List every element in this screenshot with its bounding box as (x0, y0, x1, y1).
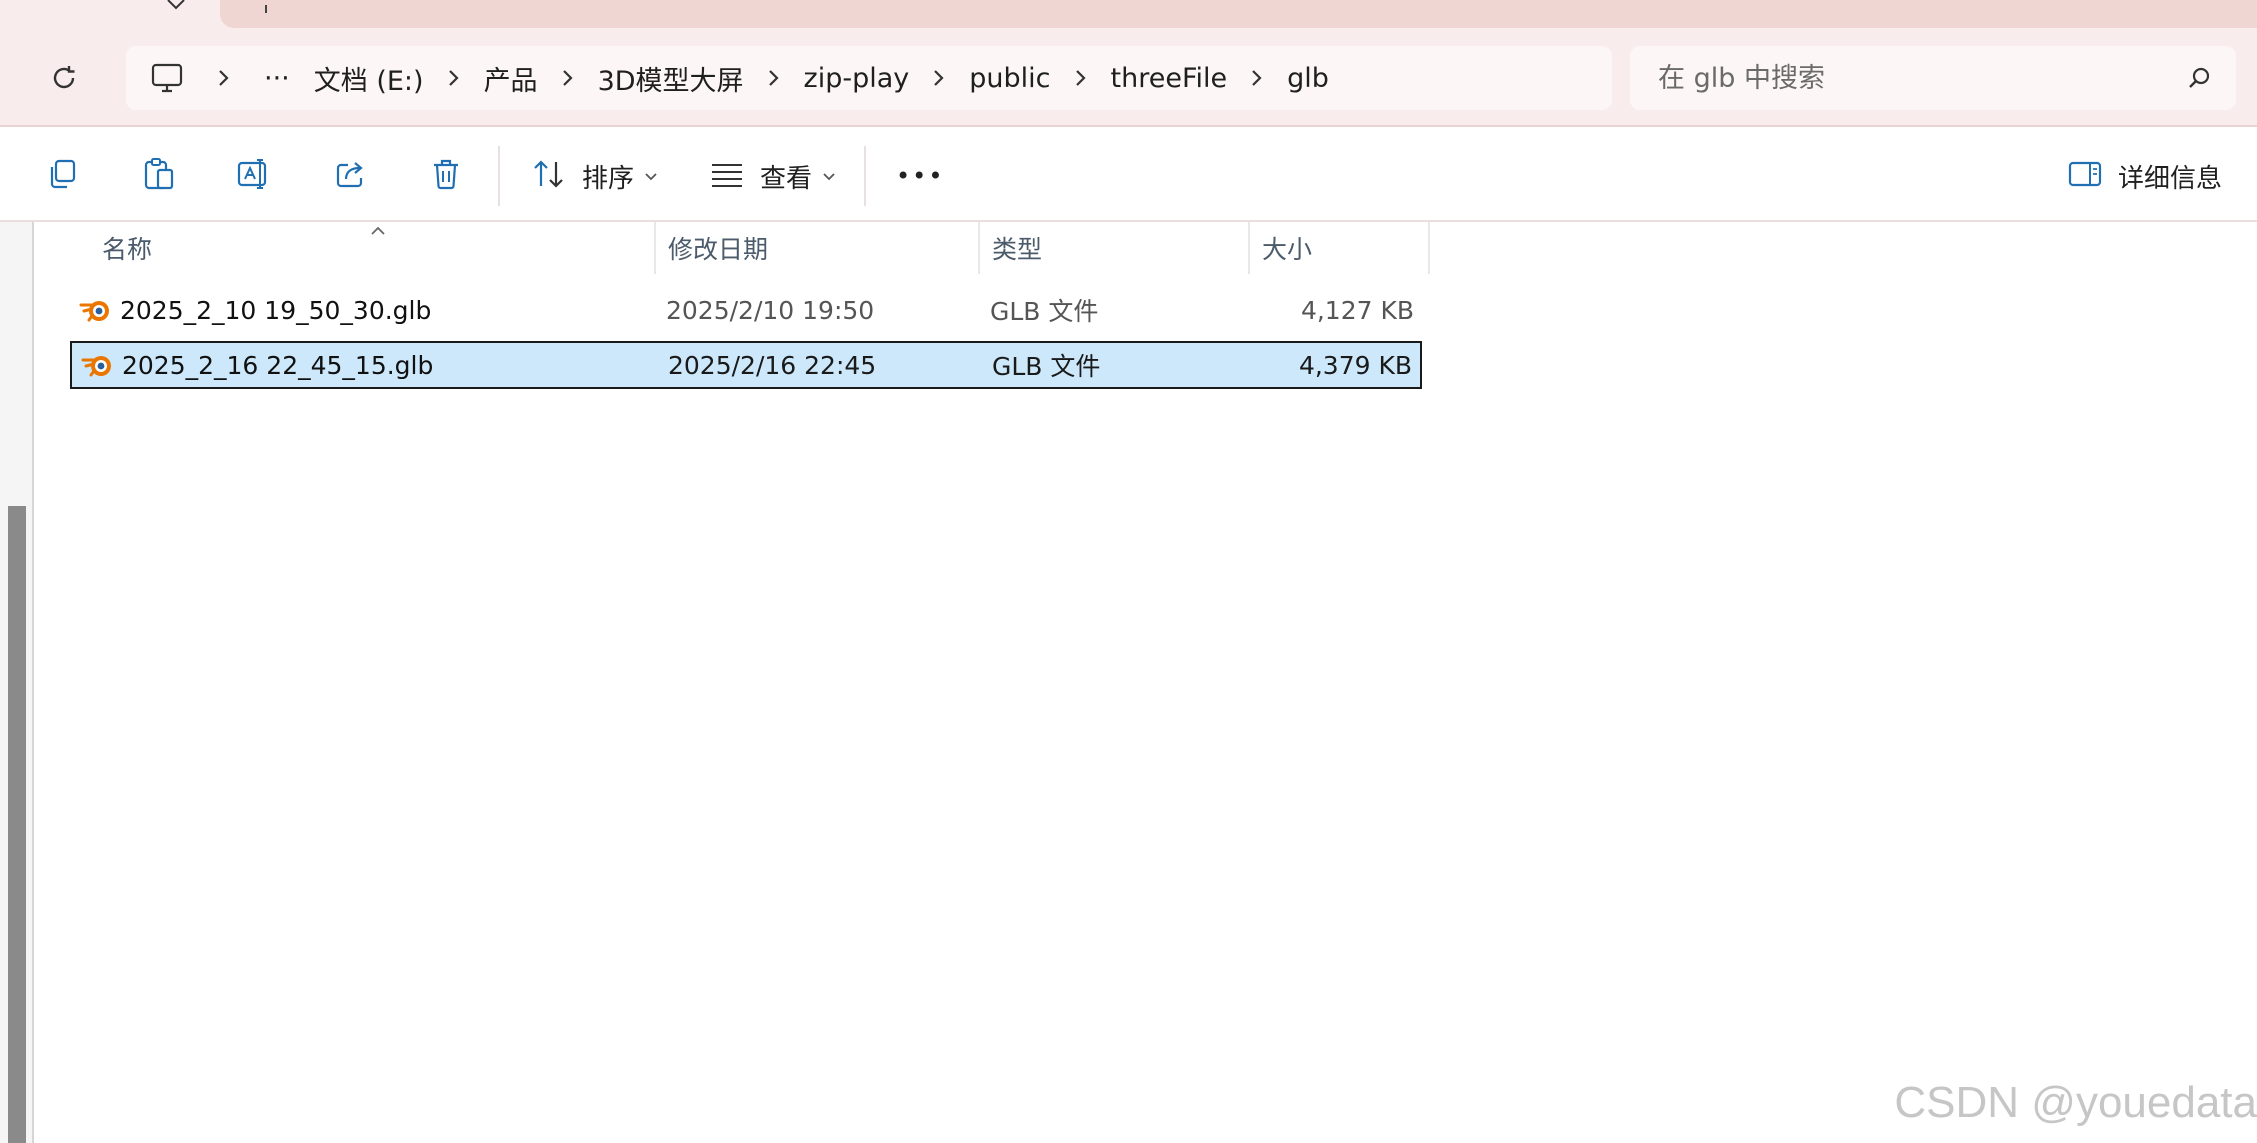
chevron-right-icon[interactable] (744, 68, 804, 88)
refresh-icon[interactable] (44, 58, 84, 98)
column-header-type[interactable]: 类型 (978, 222, 1248, 274)
search-box[interactable] (1630, 46, 2236, 110)
share-button[interactable] (334, 154, 368, 198)
breadcrumb-item-product[interactable]: 产品 (484, 46, 538, 110)
file-row-selected[interactable]: 2025_2_16 22_45_15.glb 2025/2/16 22:45 G… (70, 341, 1422, 389)
chevron-right-icon[interactable] (909, 68, 969, 88)
command-bar: 排序 查看 ••• 详细信息 (0, 128, 2257, 222)
address-bar[interactable]: ··· 文档 (E:) 产品 3D模型大屏 zip-play public th… (126, 46, 1612, 110)
breadcrumb-label: 3D模型大屏 (597, 65, 744, 97)
breadcrumb-label: 文档 (E:) (313, 65, 424, 97)
file-name-cell: 2025_2_10 19_50_30.glb (78, 286, 431, 334)
file-size: 4,127 KB (1300, 295, 1414, 325)
column-header-size[interactable]: 大小 (1248, 222, 1430, 274)
view-button[interactable]: 查看 (710, 154, 836, 198)
breadcrumb-item-drive[interactable]: 文档 (E:) (314, 46, 424, 110)
column-headers: 名称 修改日期 类型 大小 (70, 222, 1430, 274)
breadcrumb-label: threeFile (1110, 62, 1228, 94)
sort-icon (532, 158, 566, 194)
separator (864, 146, 866, 206)
paste-button[interactable] (142, 154, 176, 198)
navigation-scrollbar[interactable] (8, 506, 26, 1143)
chevron-right-icon[interactable] (424, 68, 484, 88)
blender-file-icon (78, 293, 112, 327)
file-type: GLB 文件 (990, 297, 1099, 326)
file-size: 4,379 KB (1298, 350, 1412, 380)
details-label: 详细信息 (2118, 163, 2223, 194)
chevron-right-icon[interactable] (184, 68, 264, 88)
breadcrumb-label: 产品 (483, 65, 538, 97)
tab-strip (220, 0, 2257, 28)
more-icon: ••• (896, 162, 945, 190)
chevron-right-icon[interactable] (538, 68, 598, 88)
breadcrumb-item-public[interactable]: public (969, 46, 1050, 110)
details-pane-icon (2068, 160, 2102, 192)
copy-button[interactable] (46, 154, 80, 198)
breadcrumb-label: public (969, 62, 1051, 94)
title-and-address-area: ··· 文档 (E:) 产品 3D模型大屏 zip-play public th… (0, 0, 2257, 127)
view-icon (710, 160, 744, 192)
breadcrumb-item-zip-play[interactable]: zip-play (804, 46, 910, 110)
breadcrumb-label: glb (1287, 62, 1329, 94)
details-pane-button[interactable]: 详细信息 (2068, 154, 2222, 198)
chevron-right-icon[interactable] (1051, 68, 1111, 88)
column-header-name[interactable]: 名称 (102, 222, 724, 274)
plus-icon[interactable] (256, 0, 276, 13)
chevron-right-icon[interactable] (1227, 68, 1287, 88)
breadcrumb-item-glb[interactable]: glb (1287, 46, 1329, 110)
breadcrumb-overflow[interactable]: ··· (264, 46, 290, 110)
file-name: 2025_2_10 19_50_30.glb (120, 295, 432, 325)
delete-button[interactable] (430, 154, 462, 198)
watermark: CSDN @youedata (1894, 1078, 2257, 1127)
close-icon[interactable] (160, 0, 192, 14)
trash-icon (430, 157, 462, 195)
file-date: 2025/2/10 19:50 (666, 295, 875, 325)
chevron-down-icon (822, 167, 836, 186)
overflow-label: ··· (264, 62, 290, 94)
file-name: 2025_2_16 22_45_15.glb (122, 350, 434, 380)
search-icon[interactable] (2186, 64, 2214, 92)
rename-icon (236, 157, 272, 195)
separator (498, 146, 500, 206)
sort-label: 排序 (582, 163, 635, 194)
share-icon (334, 157, 368, 195)
more-options-button[interactable]: ••• (896, 154, 944, 198)
breadcrumb-item-threefile[interactable]: threeFile (1111, 46, 1228, 110)
view-label: 查看 (760, 163, 813, 194)
file-name-cell: 2025_2_16 22_45_15.glb (80, 343, 433, 387)
file-type: GLB 文件 (992, 352, 1101, 381)
breadcrumb-item-3d-screen[interactable]: 3D模型大屏 (598, 46, 744, 110)
copy-icon (46, 157, 80, 195)
breadcrumb-label: zip-play (803, 62, 910, 94)
column-header-date[interactable]: 修改日期 (654, 222, 978, 274)
paste-icon (142, 156, 176, 196)
file-date: 2025/2/16 22:45 (668, 350, 877, 380)
blender-file-icon (80, 348, 114, 382)
sort-button[interactable]: 排序 (532, 154, 658, 198)
search-input[interactable] (1658, 62, 2158, 94)
file-row[interactable]: 2025_2_10 19_50_30.glb 2025/2/10 19:50 G… (70, 286, 1422, 334)
rename-button[interactable] (236, 154, 272, 198)
chevron-down-icon (644, 167, 658, 186)
computer-icon[interactable] (150, 46, 184, 110)
